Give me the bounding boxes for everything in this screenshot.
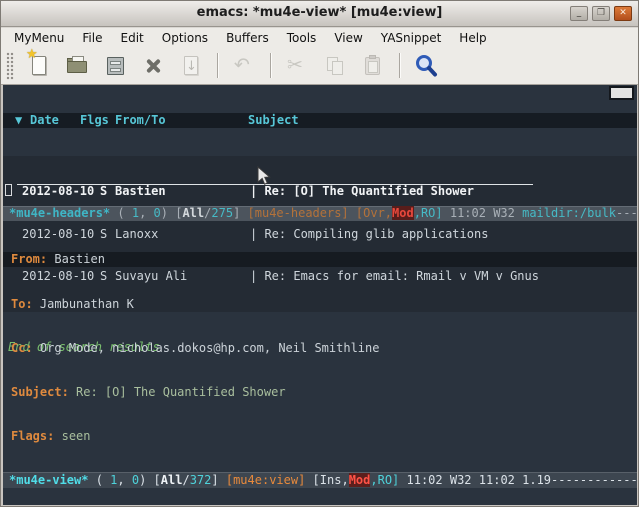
toolbar-drag-handle[interactable] (6, 52, 14, 80)
field-flags: Flags: seen (11, 429, 637, 444)
window-buttons: _ ❐ ✕ (570, 6, 632, 21)
new-file-icon[interactable]: ★ (27, 53, 52, 79)
menu-item-help[interactable]: Help (450, 30, 495, 46)
buffer-name: *mu4e-view* (9, 473, 88, 487)
column-subject[interactable]: Subject (248, 113, 299, 127)
echo-area[interactable] (3, 488, 637, 505)
emacs-window: emacs: *mu4e-view* [mu4e:view] _ ❐ ✕ MyM… (0, 0, 639, 507)
menu-item-yasnippet[interactable]: YASnippet (372, 30, 451, 46)
toolbar-separator (270, 53, 272, 78)
menu-item-tools[interactable]: Tools (278, 30, 326, 46)
sort-arrow-icon[interactable]: ▼ (15, 113, 22, 127)
line-number: 1 (132, 206, 139, 220)
menu-item-edit[interactable]: Edit (112, 30, 153, 46)
field-cc: Cc: Org Mode, nicholas.dokos@hp.com, Nei… (11, 341, 637, 356)
title-bar[interactable]: emacs: *mu4e-view* [mu4e:view] _ ❐ ✕ (1, 1, 638, 27)
minimize-button[interactable]: _ (570, 6, 588, 21)
message-count: 372 (190, 473, 212, 487)
undo-icon: ↶ (232, 53, 257, 79)
mu4e-view-modeline: *mu4e-view* ( 1, 0) [All/372] [mu4e:view… (3, 472, 637, 488)
tool-bar: ★ ↓ ↶ ✂ (1, 47, 638, 85)
close-buffer-icon[interactable] (141, 53, 166, 79)
row-from: Bastien (115, 184, 166, 198)
row-subject: | Re: [O] The Quantified Shower (250, 184, 474, 198)
inactive-cursor (5, 184, 12, 196)
menu-bar: MyMenu File Edit Options Buffers Tools V… (1, 28, 638, 47)
major-mode: [mu4e:view] (226, 473, 305, 487)
headers-scrollbar-thumb[interactable] (609, 86, 634, 100)
maximize-button[interactable]: ❐ (592, 6, 610, 21)
search-icon[interactable] (414, 53, 439, 79)
mu4e-headers-modeline: *mu4e-headers* ( 1, 0) [All/275] [mu4e-h… (3, 206, 637, 221)
message-count: 275 (211, 206, 233, 220)
row-date: 2012-08-10 (22, 184, 94, 198)
window-title: emacs: *mu4e-view* [mu4e:view] (1, 5, 638, 20)
menu-item-buffers[interactable]: Buffers (217, 30, 278, 46)
menu-item-mymenu[interactable]: MyMenu (5, 30, 73, 46)
field-subject: Subject: Re: [O] The Quantified Shower (11, 385, 637, 400)
clock: 11:02 W32 (443, 206, 522, 220)
column-from[interactable]: From/To (115, 113, 166, 127)
star-icon: ★ (26, 47, 38, 62)
row-flags: S (100, 184, 107, 198)
copy-icon (323, 53, 348, 79)
buffer-name: *mu4e-headers* (9, 206, 110, 220)
save-as-icon: ↓ (179, 53, 204, 79)
save-file-icon[interactable] (103, 53, 128, 79)
column-number: 0 (154, 206, 161, 220)
clock: 11:02 W32 (399, 473, 478, 487)
mu4e-view-window: From: Bastien To: Jambunathan K Cc: Org … (3, 221, 637, 472)
mouse-cursor (257, 166, 271, 186)
toolbar-separator (217, 53, 219, 78)
secondary-clock: 11:02 1.19 (479, 473, 551, 487)
field-to: To: Jambunathan K (11, 297, 637, 312)
column-number: 0 (132, 473, 139, 487)
cut-icon: ✂ (285, 53, 310, 79)
menu-item-file[interactable]: File (73, 30, 111, 46)
maildir-indicator: maildir:/bulk (522, 206, 616, 220)
mu4e-headers-window: ▼ Date Flgs From/To Subject 2012-08-10 S… (3, 85, 637, 206)
major-mode: [mu4e-headers] (248, 206, 349, 220)
headers-column-header[interactable]: ▼ Date Flgs From/To Subject (3, 113, 637, 128)
modified-flag: Mod (349, 473, 371, 487)
message-row[interactable]: 2012-08-10 S Bastien | Re: [O] The Quant… (3, 184, 637, 199)
field-from: From: Bastien (3, 252, 637, 267)
filter-label: All (161, 473, 183, 487)
filter-label: All (182, 206, 204, 220)
emacs-frame-content: ▼ Date Flgs From/To Subject 2012-08-10 S… (1, 85, 639, 507)
modified-flag: Mod (392, 206, 414, 220)
close-button[interactable]: ✕ (614, 6, 632, 21)
column-flags[interactable]: Flgs (80, 113, 109, 127)
menu-item-view[interactable]: View (325, 30, 371, 46)
toolbar-separator (399, 53, 401, 78)
open-file-icon[interactable] (65, 53, 90, 79)
paste-icon (361, 53, 386, 79)
menu-item-options[interactable]: Options (153, 30, 217, 46)
column-date[interactable]: Date (30, 113, 59, 127)
